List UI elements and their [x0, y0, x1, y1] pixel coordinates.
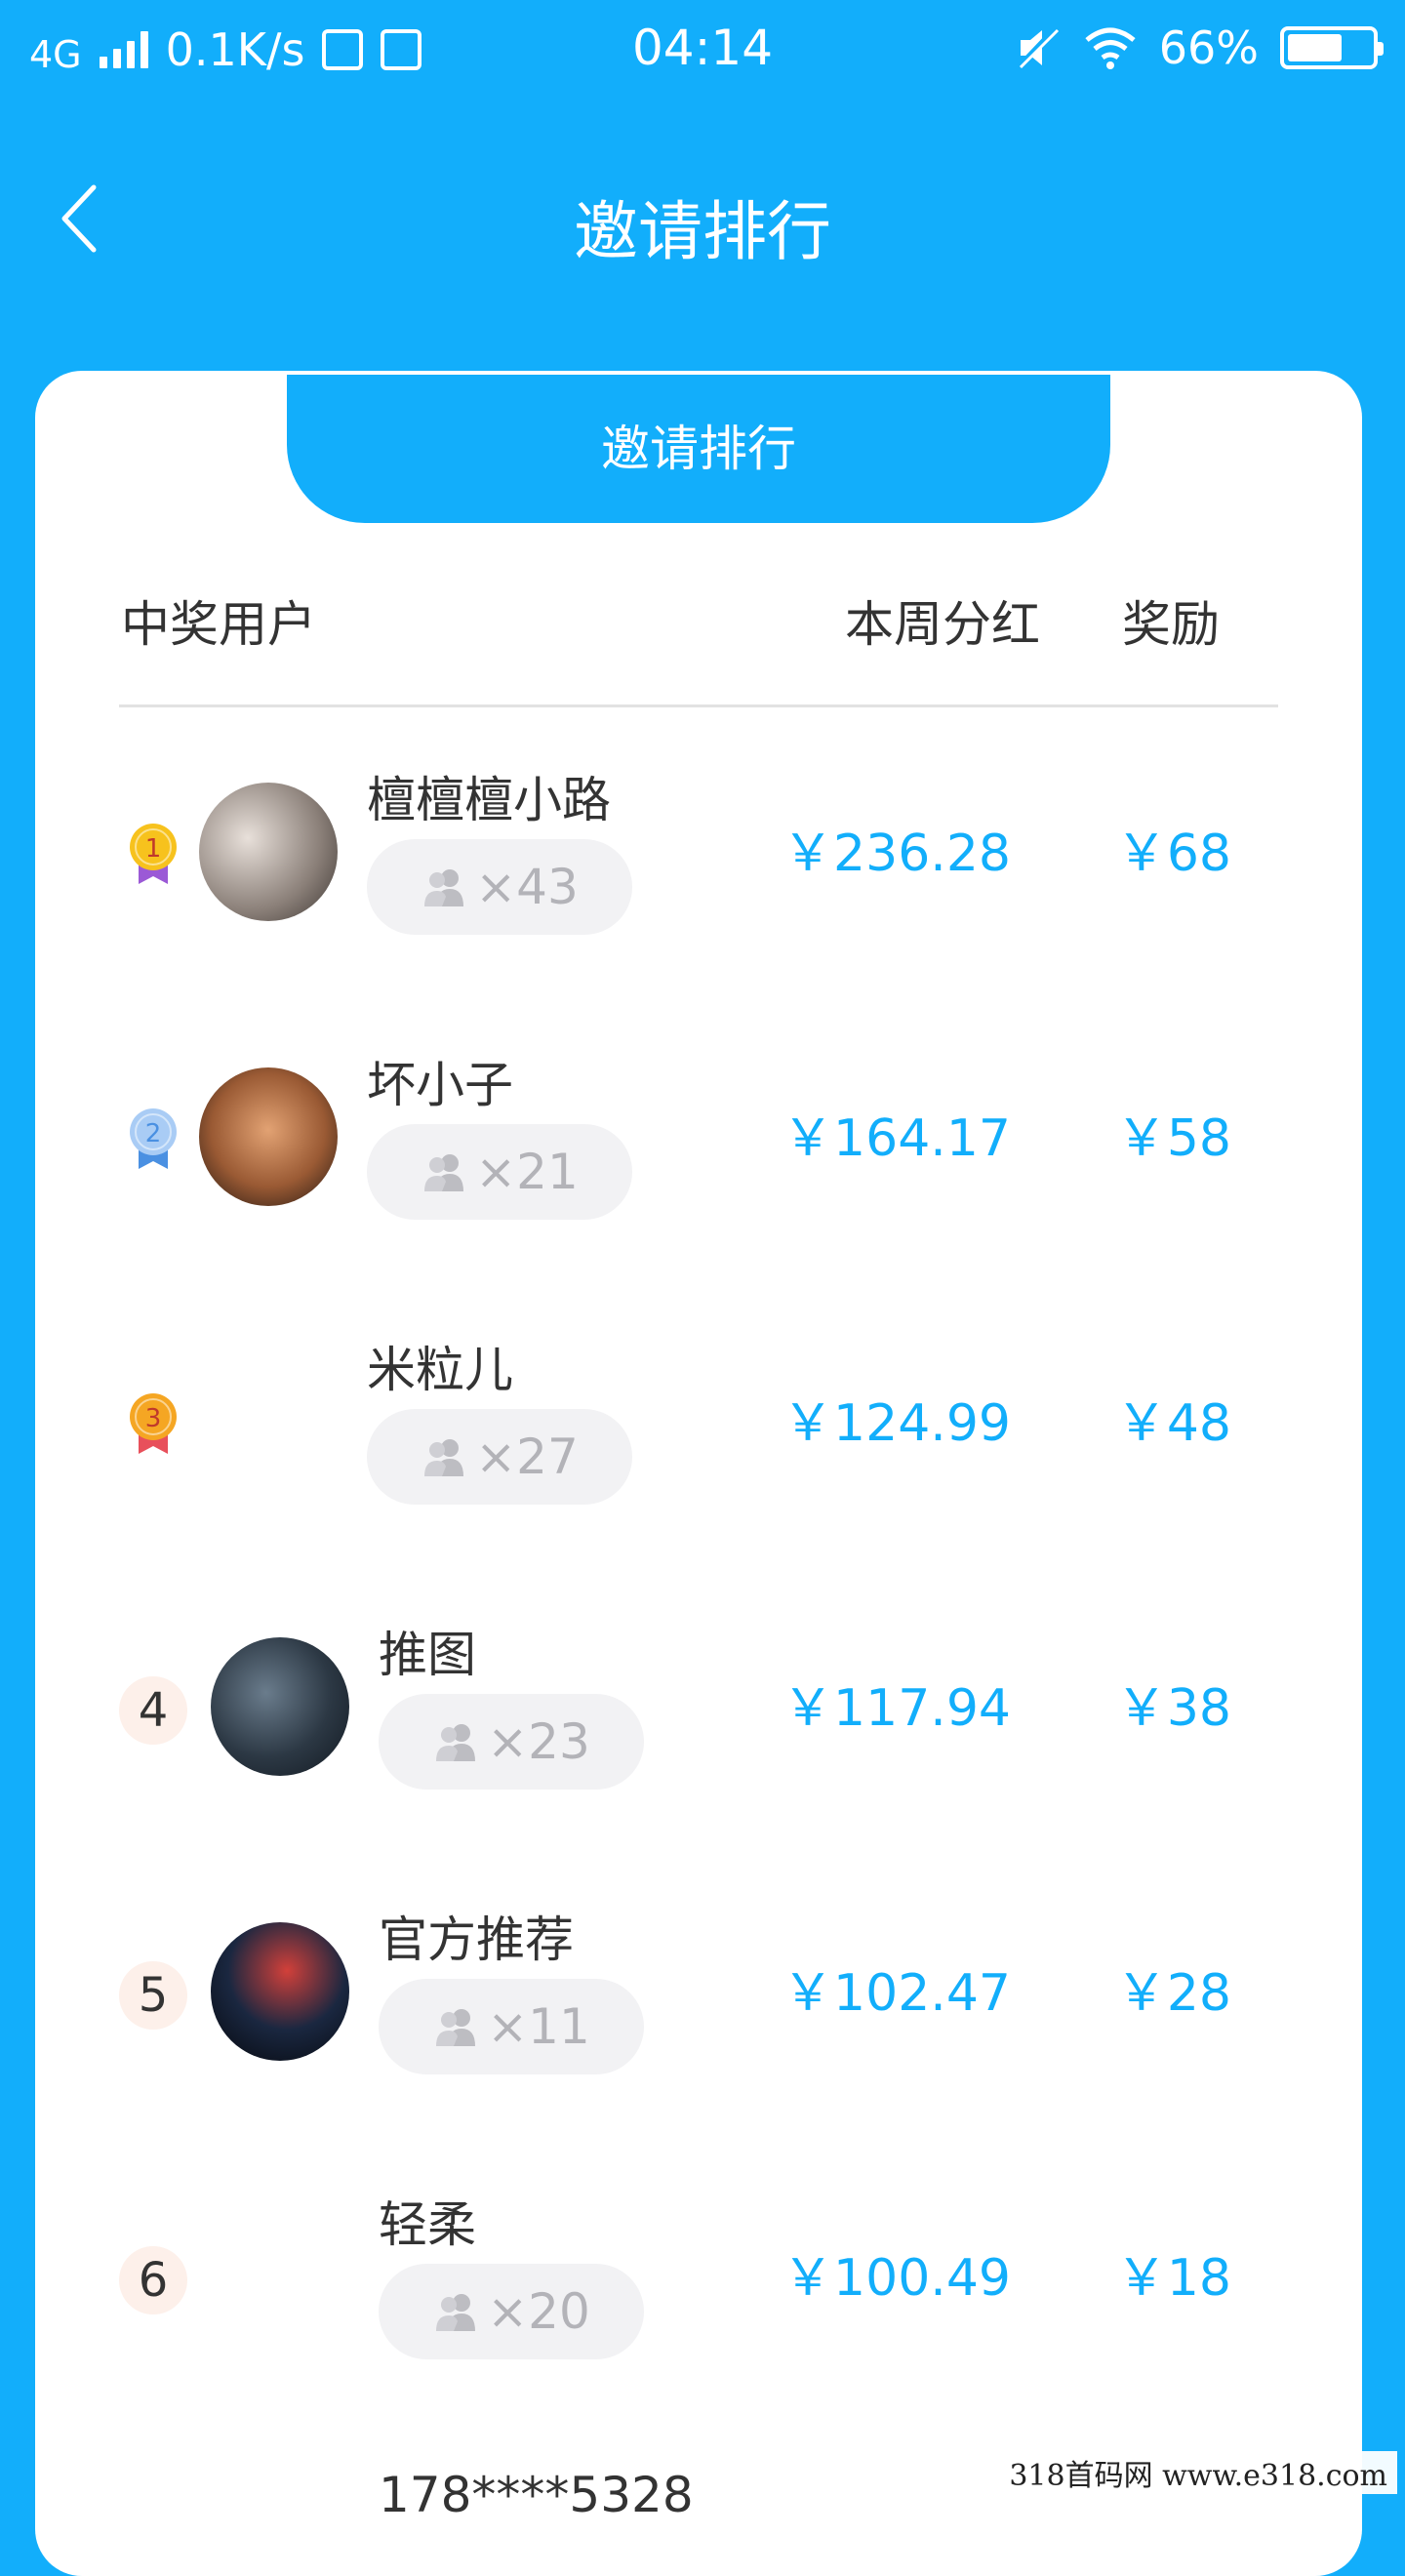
- rank-number: 3: [145, 1404, 162, 1433]
- invite-count-badge: ×11: [379, 1979, 644, 2074]
- page-title: 邀请排行: [0, 180, 1405, 273]
- weekly-dividend: ￥117.94: [783, 1667, 1011, 1740]
- invite-count-badge: ×20: [379, 2264, 644, 2359]
- column-header-dividend: 本周分红: [845, 585, 1040, 656]
- mute-icon: [1015, 26, 1062, 69]
- battery-icon: [1280, 26, 1378, 69]
- weekly-dividend: ￥102.47: [783, 1952, 1011, 2025]
- nav-bar: 邀请排行: [0, 101, 1405, 345]
- rank-number: 1: [145, 834, 162, 864]
- status-bar: 4G 0.1K/s 04:14 66%: [0, 0, 1405, 101]
- reward-amount: ￥58: [1116, 1097, 1231, 1170]
- reward-amount: ￥18: [1116, 2236, 1231, 2310]
- invite-count-badge: ×23: [379, 1694, 644, 1790]
- header-divider: [119, 704, 1278, 707]
- rank-medal-icon: 3: [119, 1389, 187, 1458]
- invite-count-badge: ×43: [367, 839, 632, 935]
- rank-medal-icon: 2: [119, 1105, 187, 1173]
- watermark: 318首码网 www.e318.com: [999, 2451, 1397, 2494]
- invite-count: ×43: [475, 859, 579, 915]
- weekly-dividend: ￥236.28: [783, 812, 1011, 885]
- users-icon: [421, 1437, 469, 1476]
- invite-count: ×21: [475, 1144, 579, 1200]
- user-name: 米粒儿: [367, 1331, 513, 1401]
- avatar[interactable]: [211, 1637, 349, 1776]
- weekly-dividend: ￥100.49: [783, 2236, 1011, 2310]
- avatar[interactable]: [199, 783, 338, 921]
- avatar[interactable]: [199, 1067, 338, 1206]
- ranking-card: 邀请排行 中奖用户 本周分红 奖励 1 檀檀檀小路 ×43 ￥236.28 ￥6…: [35, 371, 1362, 2576]
- avatar[interactable]: [211, 1922, 349, 2061]
- user-name: 坏小子: [367, 1046, 513, 1116]
- reward-amount: ￥48: [1116, 1382, 1231, 1455]
- invite-count: ×27: [475, 1429, 579, 1485]
- list-item-name-partial: 178****5328: [379, 2467, 694, 2523]
- rank-number: 2: [145, 1119, 162, 1148]
- tab-invite-ranking[interactable]: 邀请排行: [287, 375, 1110, 523]
- column-header-reward: 奖励: [1122, 585, 1220, 656]
- users-icon: [432, 2292, 481, 2331]
- invite-count: ×23: [487, 1713, 590, 1770]
- ranking-row: 3 米粒儿 ×27 ￥124.99 ￥48: [35, 1315, 1362, 1600]
- user-name: 推图: [379, 1616, 476, 1686]
- reward-amount: ￥28: [1116, 1952, 1231, 2025]
- invite-count: ×11: [487, 1998, 590, 2055]
- invite-count-badge: ×27: [367, 1409, 632, 1505]
- rank-number: 6: [119, 2246, 187, 2314]
- reward-amount: ￥68: [1116, 812, 1231, 885]
- user-name: 官方推荐: [379, 1901, 574, 1971]
- invite-count: ×20: [487, 2283, 590, 2340]
- weekly-dividend: ￥124.99: [783, 1382, 1011, 1455]
- user-name: 轻柔: [379, 2186, 476, 2256]
- ranking-row: 4 推图 ×23 ￥117.94 ￥38: [35, 1600, 1362, 1885]
- battery-percent: 66%: [1159, 21, 1259, 74]
- ranking-row: 5 官方推荐 ×11 ￥102.47 ￥28: [35, 1885, 1362, 2170]
- column-header-user: 中奖用户: [121, 585, 316, 656]
- ranking-row: 1 檀檀檀小路 ×43 ￥236.28 ￥68: [35, 745, 1362, 1030]
- user-name: 檀檀檀小路: [367, 761, 611, 831]
- weekly-dividend: ￥164.17: [783, 1097, 1011, 1170]
- rank-number: 4: [119, 1676, 187, 1745]
- users-icon: [421, 867, 469, 906]
- users-icon: [432, 2007, 481, 2046]
- users-icon: [432, 1722, 481, 1761]
- rank-number: 5: [119, 1961, 187, 2030]
- invite-count-badge: ×21: [367, 1124, 632, 1220]
- ranking-row: 6 轻柔 ×20 ￥100.49 ￥18: [35, 2170, 1362, 2455]
- rank-medal-icon: 1: [119, 820, 187, 888]
- ranking-row: 2 坏小子 ×21 ￥164.17 ￥58: [35, 1030, 1362, 1315]
- wifi-icon: [1083, 26, 1138, 69]
- reward-amount: ￥38: [1116, 1667, 1231, 1740]
- users-icon: [421, 1152, 469, 1191]
